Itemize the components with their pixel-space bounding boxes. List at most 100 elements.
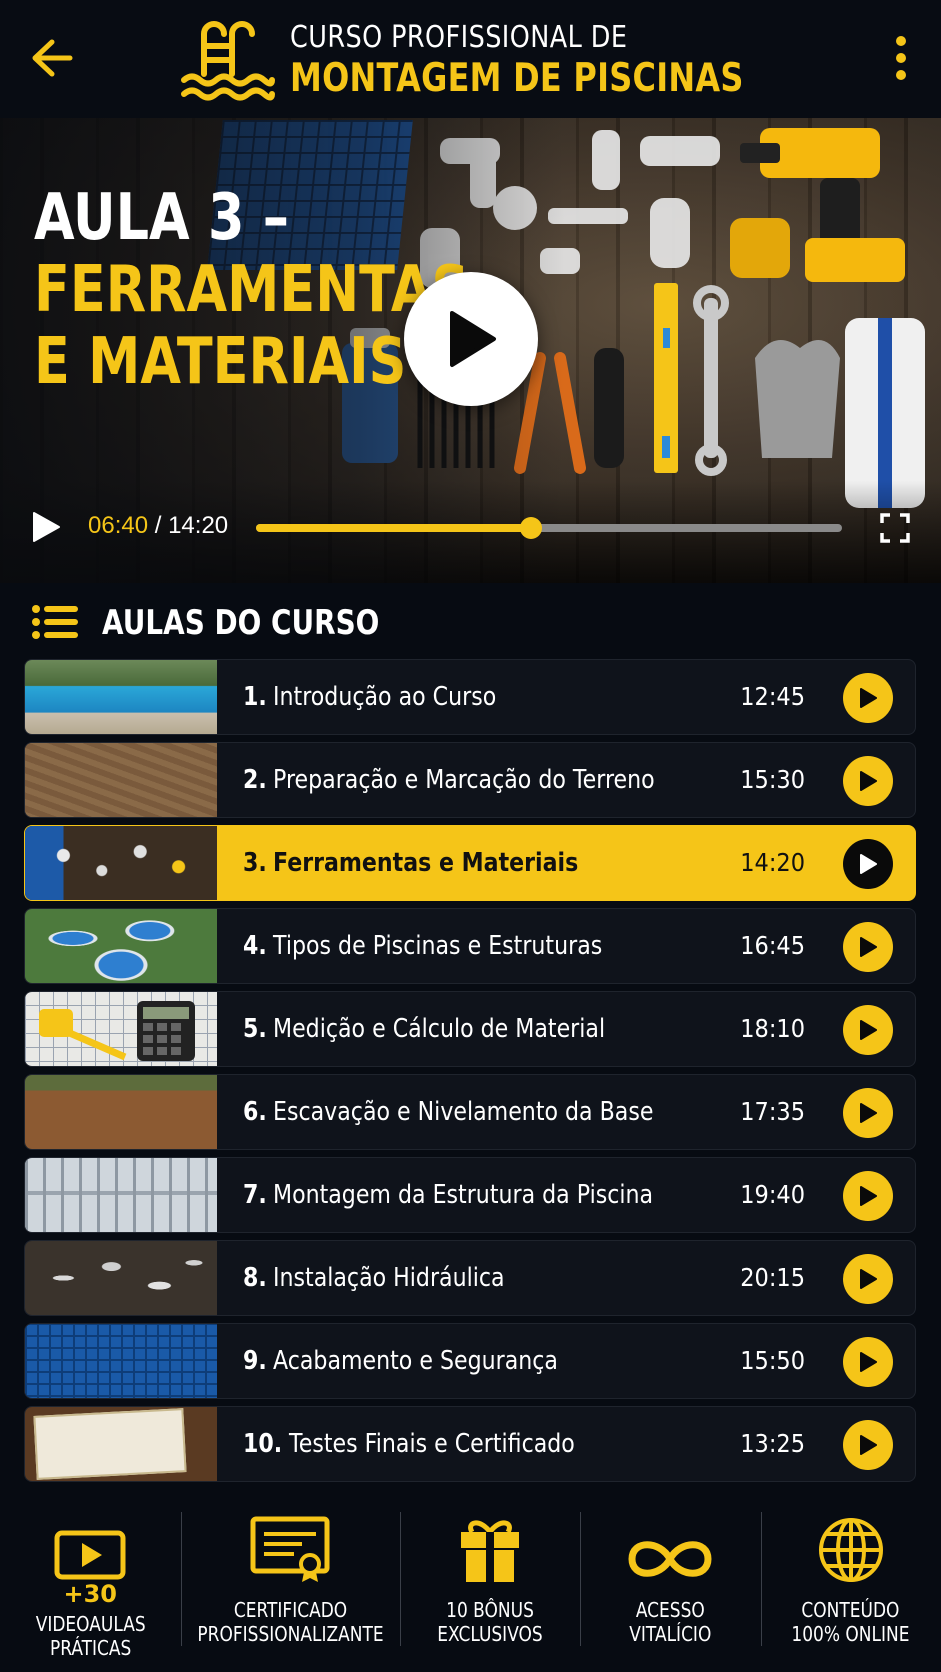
- lessons-list: 1. Introdução ao Curso 12:45 2. Preparaç…: [24, 659, 916, 1489]
- certificate-icon: [250, 1512, 330, 1584]
- feature-label-line1: CERTIFICADO: [233, 1598, 347, 1622]
- lesson-play-button[interactable]: [843, 839, 893, 889]
- lesson-duration: 18:10: [740, 1014, 805, 1043]
- lesson-play-button[interactable]: [843, 756, 893, 806]
- lesson-thumbnail: [25, 660, 217, 734]
- lesson-number: 6.: [243, 1097, 267, 1127]
- infinity-icon: [626, 1512, 714, 1584]
- back-button[interactable]: [28, 34, 76, 82]
- play-icon: [860, 1352, 877, 1372]
- big-play-button[interactable]: [404, 272, 538, 406]
- feature-label: ACESSO VITALÍCIO: [629, 1598, 711, 1646]
- lesson-thumbnail: [25, 1158, 217, 1232]
- lesson-duration: 16:45: [740, 931, 805, 960]
- progress-bar[interactable]: [256, 517, 842, 539]
- lesson-thumbnail: [25, 743, 217, 817]
- lesson-number: 1.: [243, 682, 267, 712]
- play-icon: [860, 688, 877, 708]
- lesson-item[interactable]: 5. Medição e Cálculo de Material 18:10: [24, 991, 916, 1067]
- feature-label-line1: VIDEOAULAS: [35, 1612, 146, 1636]
- lesson-title: Testes Finais e Certificado: [289, 1429, 575, 1459]
- kebab-menu-icon: [896, 36, 906, 80]
- lesson-number: 8.: [243, 1263, 267, 1293]
- lesson-play-button[interactable]: [843, 673, 893, 723]
- feature-badge: +30: [63, 1580, 117, 1608]
- lesson-play-button[interactable]: [843, 1005, 893, 1055]
- play-icon: [860, 854, 877, 874]
- lesson-number: 5.: [243, 1014, 267, 1044]
- lessons-section-title: AULAS DO CURSO: [102, 603, 380, 643]
- lesson-title: Acabamento e Segurança: [273, 1346, 558, 1376]
- lesson-item-active[interactable]: 3. Ferramentas e Materiais 14:20: [24, 825, 916, 901]
- lesson-play-button[interactable]: [843, 1420, 893, 1470]
- lesson-duration: 13:25: [740, 1429, 805, 1458]
- video-player[interactable]: AULA 3 – FERRAMENTAS E MATERIAIS 06:40 /…: [0, 118, 941, 583]
- list-icon: [32, 605, 78, 639]
- feature-label-line1: 10 BÔNUS: [445, 1598, 534, 1622]
- lesson-play-button[interactable]: [843, 922, 893, 972]
- current-time: 06:40: [88, 512, 149, 539]
- lesson-play-button[interactable]: [843, 1171, 893, 1221]
- progress-knob[interactable]: [520, 517, 543, 539]
- feature-acesso: ACESSO VITALÍCIO: [580, 1500, 761, 1660]
- time-separator: /: [148, 512, 169, 539]
- lesson-item[interactable]: 4. Tipos de Piscinas e Estruturas 16:45: [24, 908, 916, 984]
- lesson-title: Preparação e Marcação do Terreno: [273, 765, 655, 795]
- feature-label: CERTIFICADO PROFISSIONALIZANTE: [197, 1598, 383, 1646]
- total-time: 14:20: [168, 512, 229, 539]
- lesson-title: Ferramentas e Materiais: [273, 848, 579, 878]
- feature-label-line2: 100% ONLINE: [791, 1622, 910, 1646]
- lesson-item[interactable]: 6. Escavação e Nivelamento da Base 17:35: [24, 1074, 916, 1150]
- feature-bonus: 10 BÔNUS EXCLUSIVOS: [399, 1500, 581, 1660]
- lesson-number: 2.: [243, 765, 267, 795]
- lesson-duration: 19:40: [740, 1180, 805, 1209]
- play-icon: [860, 771, 877, 791]
- feature-certificado: CERTIFICADO PROFISSIONALIZANTE: [180, 1500, 400, 1660]
- lesson-title: Medição e Cálculo de Material: [273, 1014, 606, 1044]
- lesson-item[interactable]: 7. Montagem da Estrutura da Piscina 19:4…: [24, 1157, 916, 1233]
- time-display: 06:40 / 14:20: [88, 512, 228, 540]
- lessons-section-header: AULAS DO CURSO: [0, 583, 941, 655]
- brand: CURSO PROFISSIONAL DE MONTAGEM DE PISCIN…: [180, 18, 843, 102]
- lesson-title: Tipos de Piscinas e Estruturas: [273, 931, 603, 961]
- play-icon: [860, 1269, 877, 1289]
- play-icon: [860, 1020, 877, 1040]
- feature-label-line1: ACESSO: [635, 1598, 705, 1622]
- lesson-thumbnail: [25, 826, 217, 900]
- feature-label: CONTEÚDO 100% ONLINE: [792, 1598, 910, 1646]
- lesson-play-button[interactable]: [843, 1088, 893, 1138]
- lesson-duration: 14:20: [740, 848, 805, 877]
- lesson-item[interactable]: 1. Introdução ao Curso 12:45: [24, 659, 916, 735]
- lesson-play-button[interactable]: [843, 1337, 893, 1387]
- lesson-thumbnail: [25, 992, 217, 1066]
- progress-fill: [256, 524, 532, 532]
- certificate-paper-image: [33, 1408, 187, 1480]
- lesson-thumbnail: [25, 1241, 217, 1315]
- lesson-number: 4.: [243, 931, 267, 961]
- lesson-title: Escavação e Nivelamento da Base: [273, 1097, 654, 1127]
- hero-title-line1: AULA 3 –: [34, 181, 289, 255]
- globe-icon: [817, 1512, 885, 1584]
- play-icon: [860, 1103, 877, 1123]
- lesson-item[interactable]: 10. Testes Finais e Certificado 13:25: [24, 1406, 916, 1482]
- lesson-play-button[interactable]: [843, 1254, 893, 1304]
- arrow-left-icon: [32, 39, 73, 77]
- lesson-item[interactable]: 2. Preparação e Marcação do Terreno 15:3…: [24, 742, 916, 818]
- course-features: +30 VIDEOAULAS PRÁTICAS CERTIFICADO PROF…: [0, 1500, 941, 1660]
- hero-title-line2: FERRAMENTAS: [34, 253, 470, 327]
- more-menu-button[interactable]: [883, 30, 919, 86]
- play-control-icon[interactable]: [30, 510, 62, 544]
- play-icon: [860, 937, 877, 957]
- fullscreen-icon[interactable]: [879, 512, 911, 544]
- play-icon: [450, 311, 496, 367]
- lesson-thumbnail: [25, 1324, 217, 1398]
- brand-title: CURSO PROFISSIONAL DE MONTAGEM DE PISCIN…: [290, 22, 843, 98]
- lesson-title: Montagem da Estrutura da Piscina: [273, 1180, 654, 1210]
- lesson-item[interactable]: 9. Acabamento e Segurança 15:50: [24, 1323, 916, 1399]
- lesson-thumbnail: [25, 1075, 217, 1149]
- lesson-title: Introdução ao Curso: [273, 682, 497, 712]
- calculator-tape-image: [39, 1001, 195, 1061]
- feature-label-line1: CONTEÚDO: [801, 1598, 900, 1622]
- lesson-item[interactable]: 8. Instalação Hidráulica 20:15: [24, 1240, 916, 1316]
- lesson-duration: 20:15: [740, 1263, 805, 1292]
